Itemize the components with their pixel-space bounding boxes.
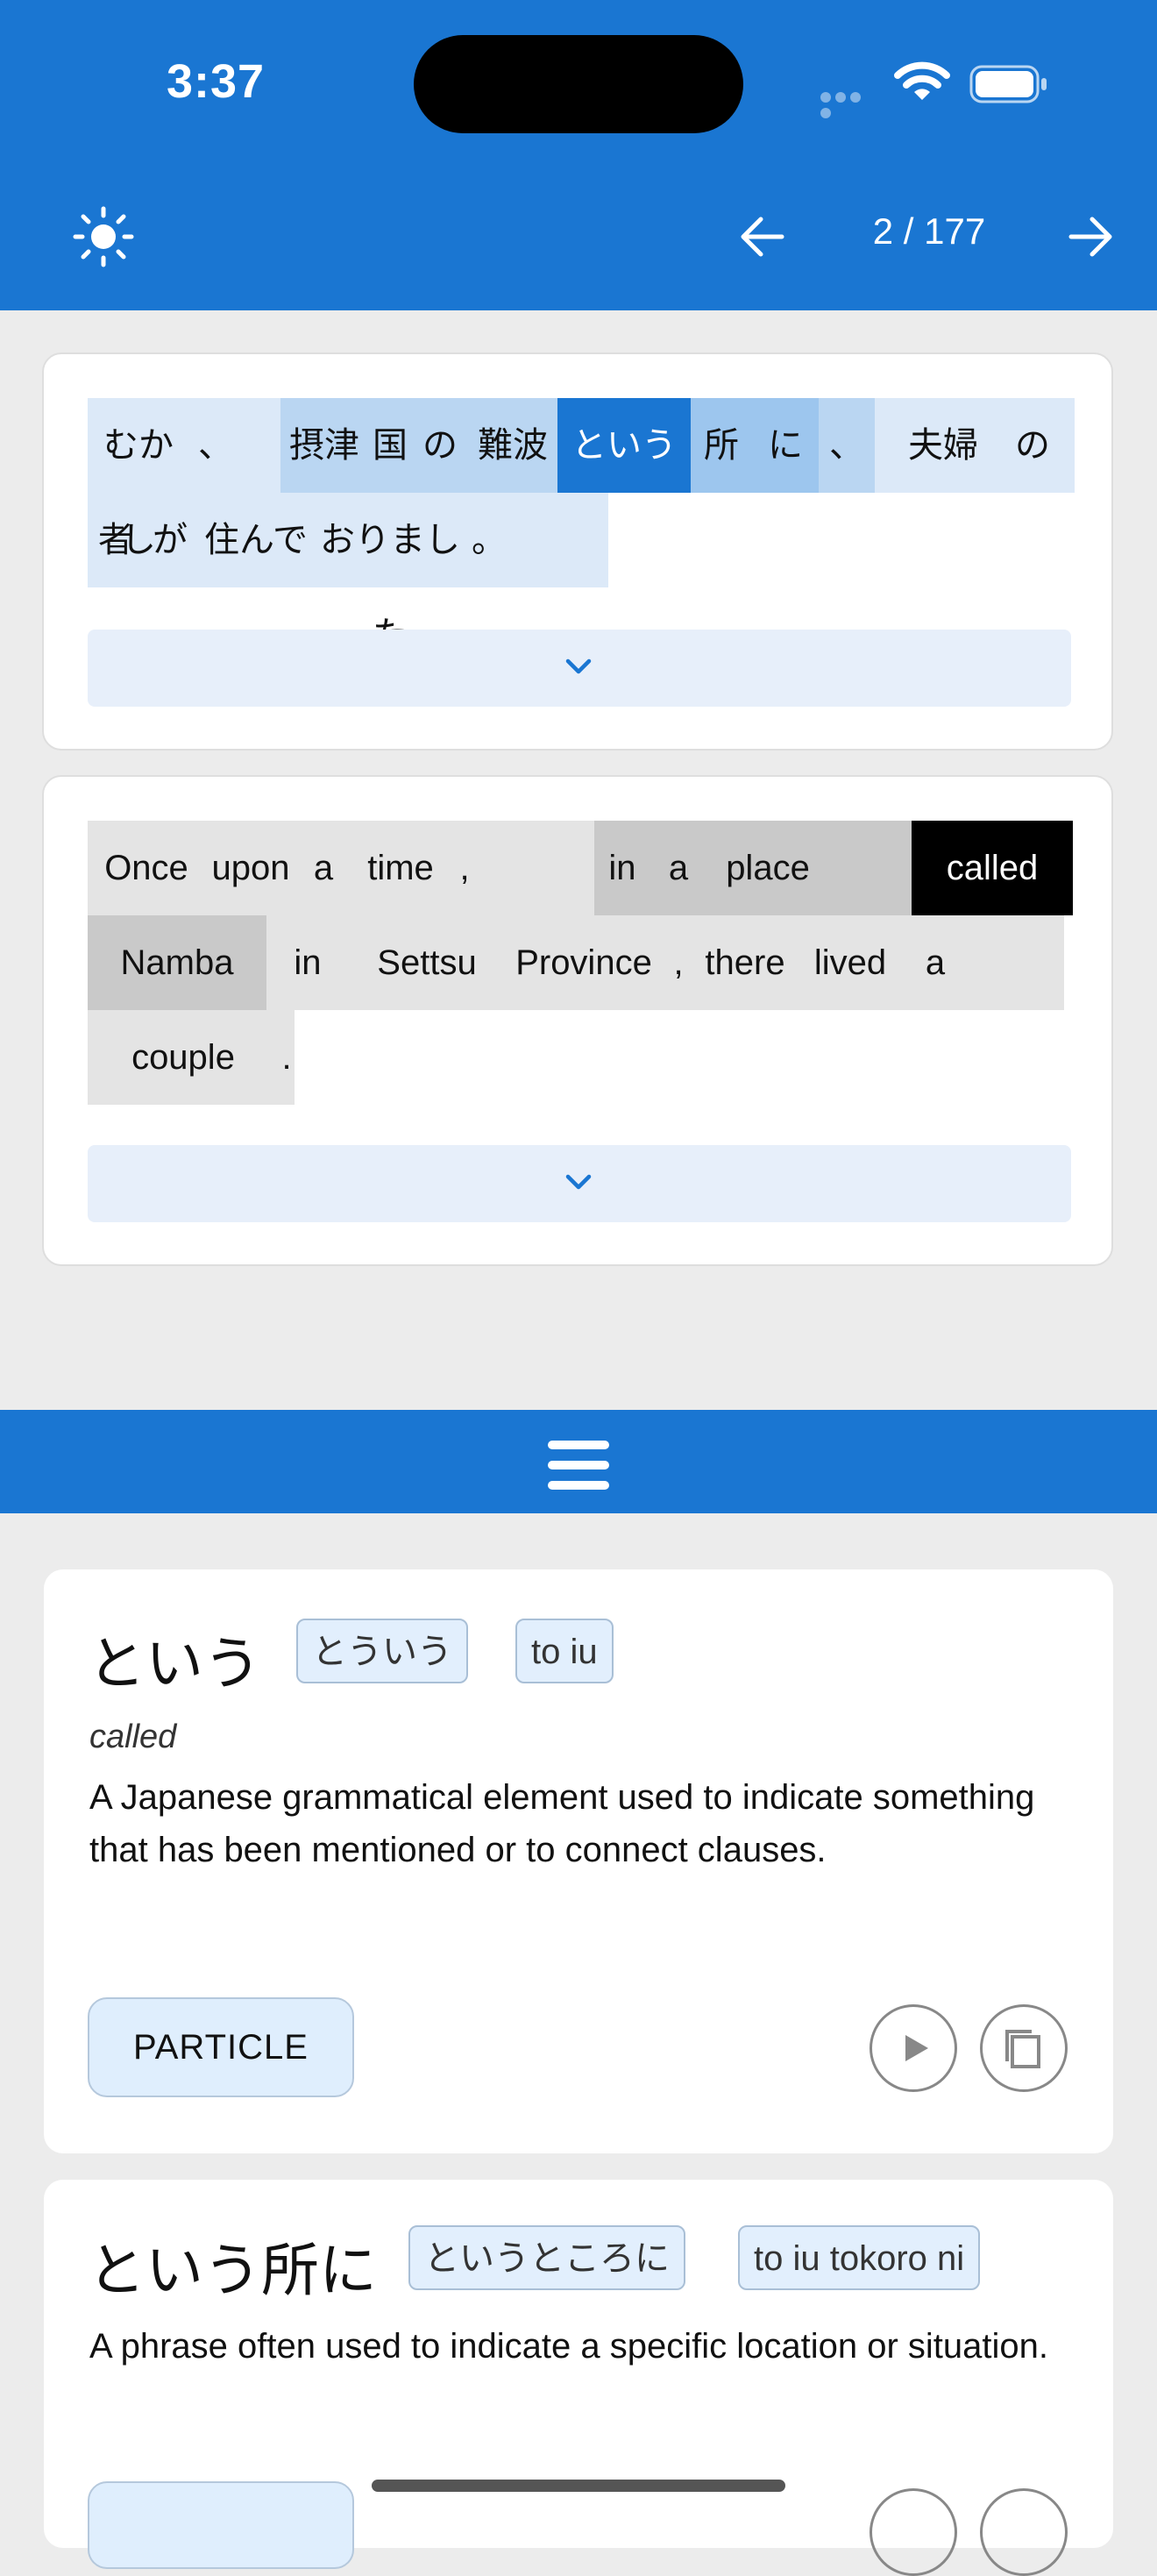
jp-token[interactable]: おりました [316,493,465,654]
page-indicator: 2 / 177 [872,210,986,252]
dynamic-island [414,35,743,133]
status-time: 3:37 [167,55,266,108]
definition-card: という とういう to iu called A Japanese grammat… [44,1569,1113,2153]
definition-description: A Japanese grammatical element used to i… [89,1778,1035,1869]
battery-icon [969,65,1047,103]
chevron-down-icon [565,658,592,674]
japanese-sentence-card: むかし、摂津国の難波という所に、夫婦の者が住んでおりました。 [42,352,1113,751]
jp-token[interactable]: 、 [819,398,875,493]
definition-word: という所に [88,2238,377,2302]
jp-token[interactable]: の [990,398,1075,493]
en-token[interactable]: called [912,821,1073,915]
definition-gloss: called [89,1719,177,1755]
chevron-down-icon [565,1174,592,1190]
token-highlight-band [479,821,594,915]
part-of-speech-button[interactable] [88,2481,354,2569]
en-token[interactable]: , [663,915,694,1010]
jp-token[interactable]: の [412,398,468,493]
en-token[interactable]: a [296,821,351,915]
en-token[interactable]: a [905,915,966,1010]
en-token[interactable]: place [706,821,829,915]
arrow-left-icon[interactable] [736,210,789,263]
definition-card: という所に というところに to iu tokoro ni A phrase o… [44,2180,1113,2576]
en-token[interactable]: lived [796,915,905,1010]
en-token[interactable]: , [451,821,479,915]
romaji-chip: to iu [515,1619,614,1683]
kana-reading-chip: というところに [408,2225,685,2290]
expand-english-button[interactable] [88,1145,1071,1222]
copy-button[interactable] [980,2004,1068,2092]
sun-icon[interactable] [72,205,135,268]
menu-icon[interactable] [547,1438,610,1492]
jp-token[interactable]: 。 [465,493,514,587]
definition-description: A phrase often used to indicate a specif… [89,2327,1049,2366]
kana-reading-chip: とういう [296,1619,468,1683]
play-icon [905,2035,928,2061]
copy-icon [1005,2030,1040,2068]
en-token[interactable]: Settsu [349,915,505,1010]
romaji-chip: to iu tokoro ni [738,2225,981,2290]
jp-token[interactable]: むかし [88,398,189,559]
en-token[interactable]: upon [205,821,296,915]
en-token[interactable]: in [594,821,650,915]
jp-token[interactable]: 、 [189,398,242,493]
panel-divider[interactable] [0,1410,1157,1513]
en-token[interactable]: . [279,1010,295,1105]
home-indicator[interactable] [372,2480,785,2492]
cellular-signal-icon [820,91,878,118]
jp-token[interactable]: 国 [368,398,412,493]
jp-token[interactable]: が [144,493,196,587]
jp-token[interactable]: 住んで [196,493,316,587]
jp-token[interactable]: 難波 [468,398,557,493]
jp-token[interactable]: 者 [88,493,144,587]
en-token[interactable]: Province [505,915,663,1010]
en-token[interactable]: a [650,821,706,915]
expand-japanese-button[interactable] [88,630,1071,707]
english-sentence-card: Once upon a time, in a place called Namba in Setts… [42,775,1113,1266]
en-token[interactable]: there [694,915,796,1010]
play-audio-button[interactable] [870,2004,957,2092]
en-token[interactable]: Once [88,821,205,915]
jp-token[interactable]: に [752,398,819,493]
en-token[interactable]: couple [88,1010,279,1105]
app-header: 3:37 2 / 177 [0,0,1157,310]
play-audio-button[interactable] [870,2488,957,2576]
en-token[interactable]: time [351,821,451,915]
part-of-speech-button[interactable]: PARTICLE [88,1997,354,2097]
en-token[interactable]: in [266,915,349,1010]
definition-word: という [88,1631,261,1696]
en-token[interactable]: Namba [88,915,266,1010]
jp-token[interactable]: 摂津 [280,398,368,493]
jp-token[interactable]: 所 [691,398,752,493]
jp-token[interactable]: 夫婦 [896,398,990,493]
copy-button[interactable] [980,2488,1068,2576]
wifi-icon [894,61,950,100]
jp-token[interactable]: という [557,398,691,493]
arrow-right-icon[interactable] [1064,210,1117,263]
